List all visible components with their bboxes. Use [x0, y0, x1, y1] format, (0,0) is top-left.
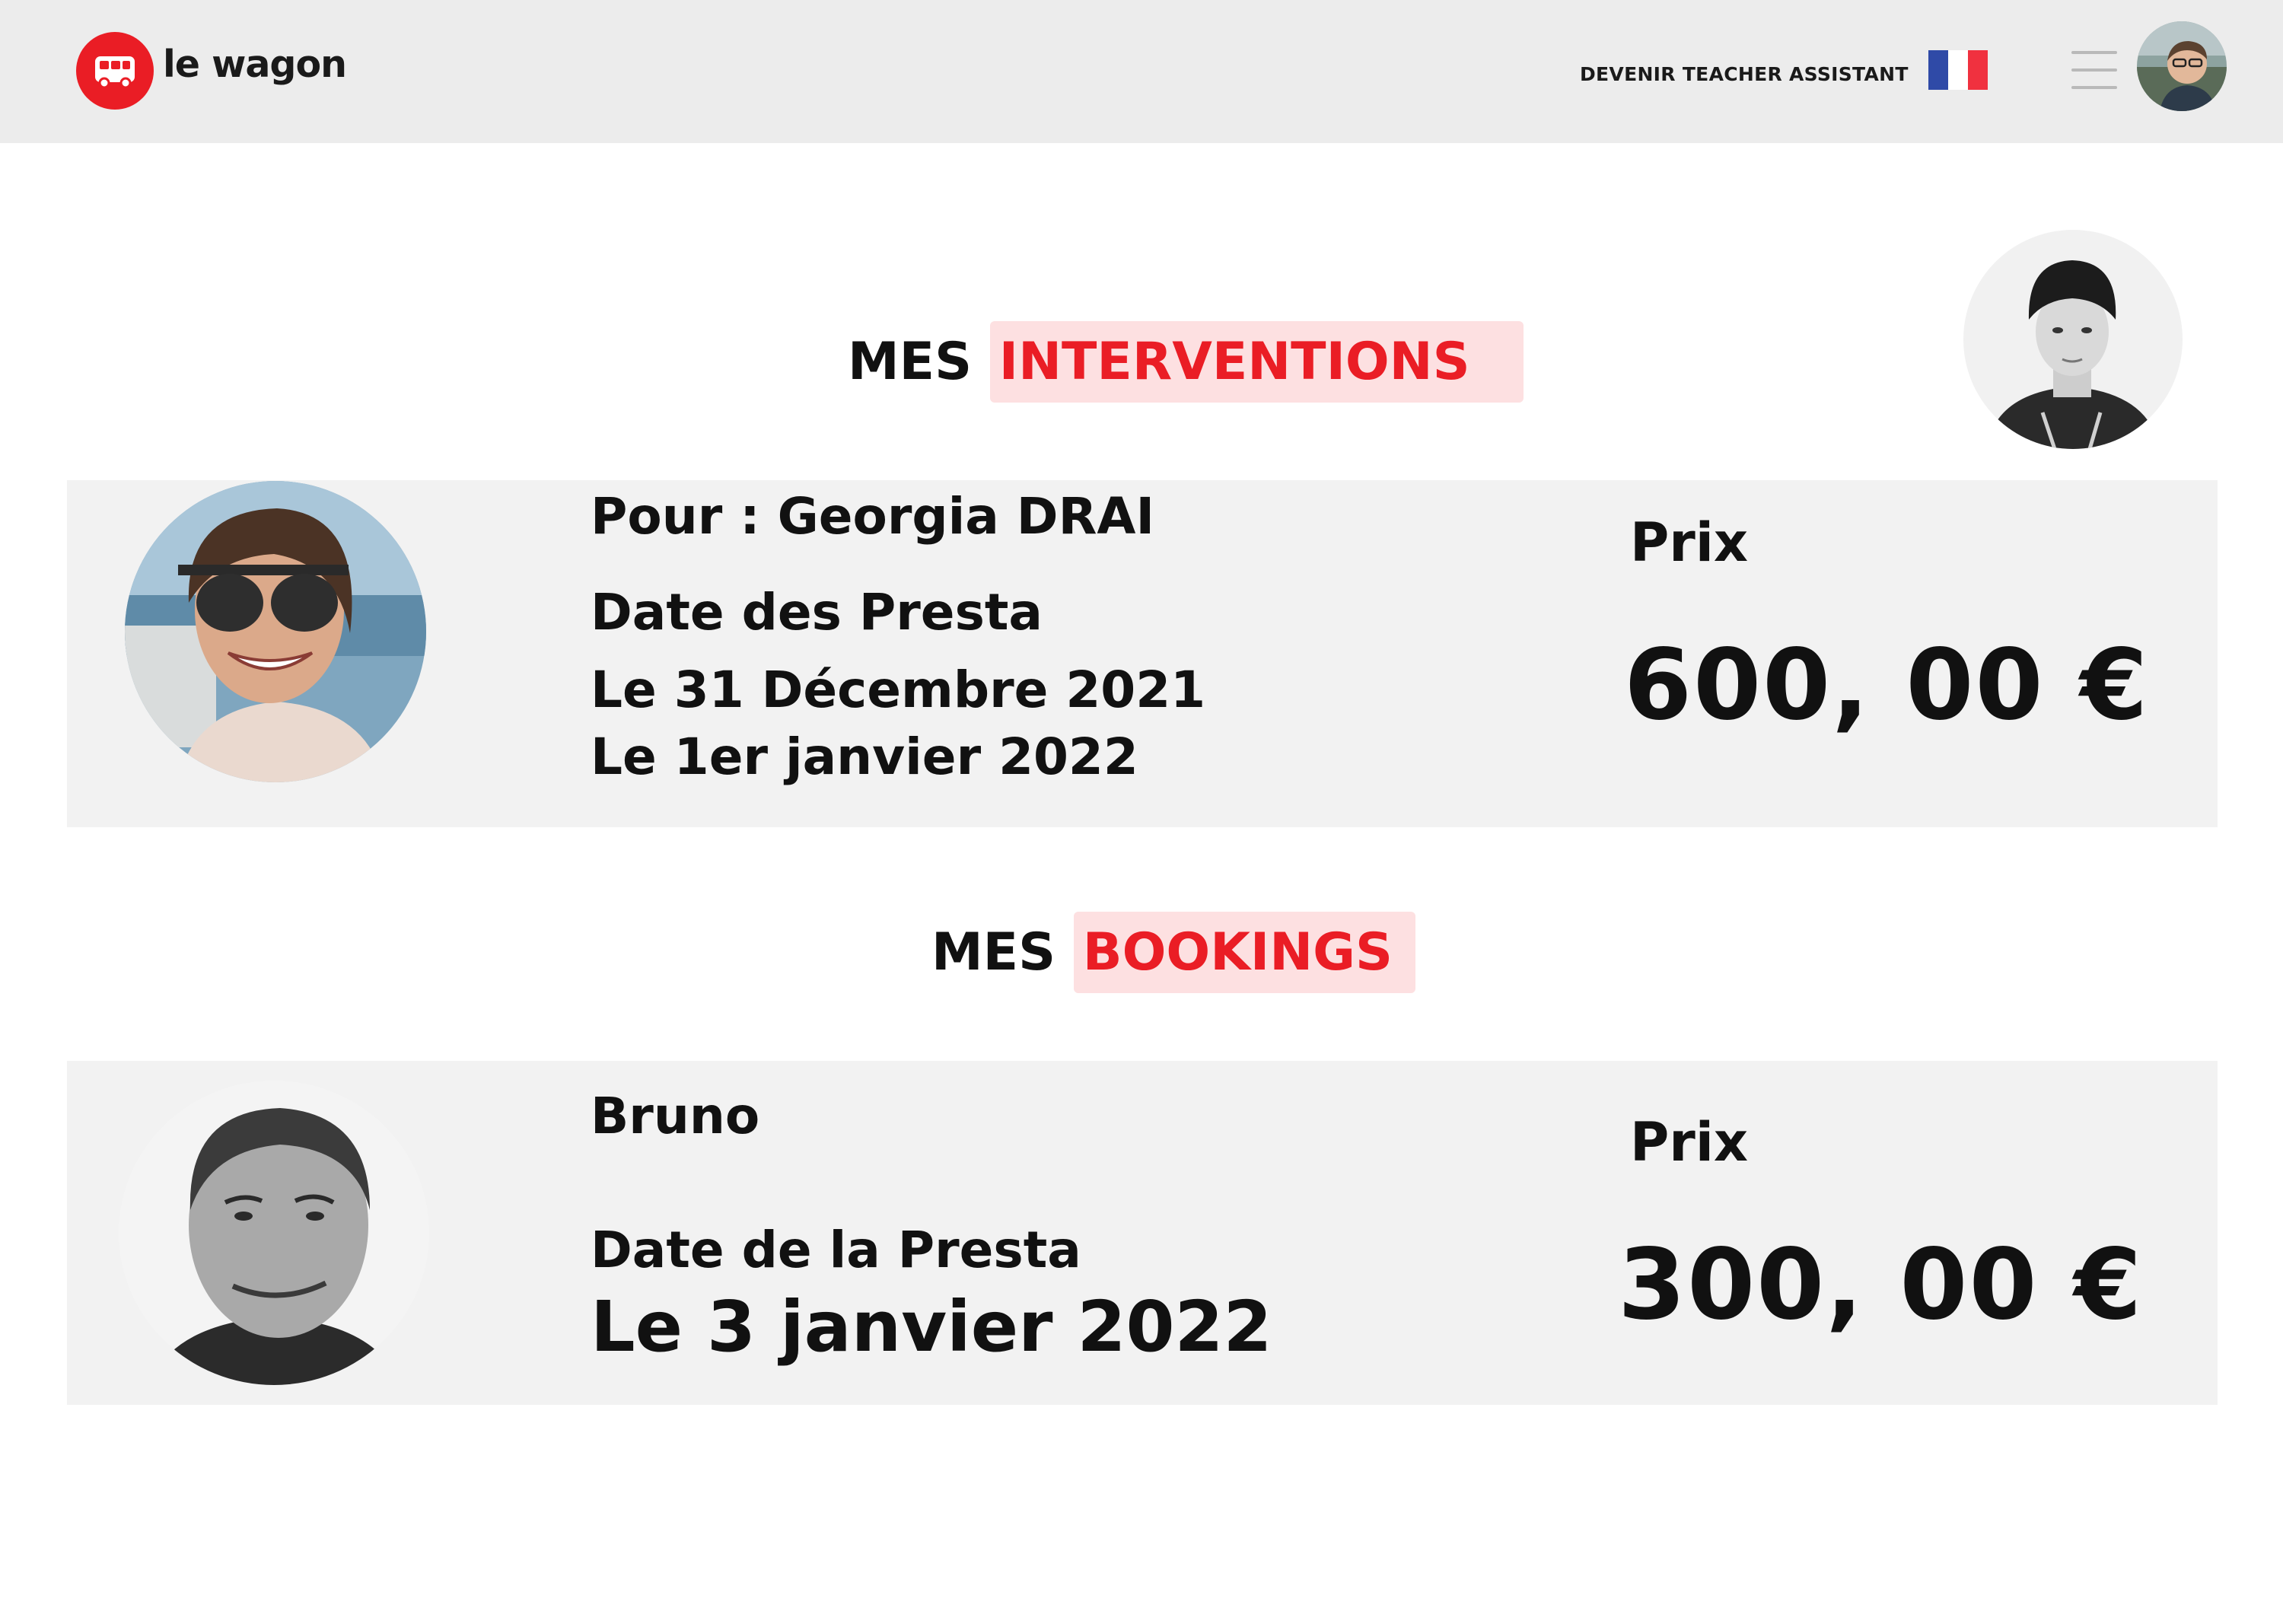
user-avatar[interactable]: [2137, 21, 2227, 111]
booking-price-label: Prix: [1630, 1111, 1748, 1173]
intervention-price-label: Prix: [1630, 511, 1748, 574]
become-teacher-assistant-link[interactable]: DEVENIR TEACHER ASSISTANT: [1580, 63, 1909, 85]
intervention-date-2: Le 1er janvier 2022: [591, 728, 1138, 786]
interventions-title-highlight: INTERVENTIONS: [989, 321, 1524, 403]
booking-date-label: Date de la Presta: [591, 1221, 1081, 1279]
intervention-client-name: Pour : Georgia DRAI: [591, 487, 1155, 546]
booking-avatar: [119, 1081, 429, 1385]
logo[interactable]: [76, 32, 154, 110]
intervention-price: 600, 00 €: [1624, 629, 2150, 742]
booking-client-name: Bruno: [591, 1087, 760, 1145]
booking-date: Le 3 janvier 2022: [591, 1286, 1272, 1368]
bookings-title: MES BOOKINGS: [931, 912, 1415, 993]
teacher-avatar: [1963, 230, 2183, 449]
french-flag-icon[interactable]: [1928, 50, 1988, 90]
intervention-date-1: Le 31 Décembre 2021: [591, 661, 1206, 719]
bus-icon: [95, 56, 135, 89]
interventions-title-prefix: MES: [848, 332, 973, 392]
interventions-title: MES INTERVENTIONS: [848, 321, 1524, 403]
intervention-dates-label: Date des Presta: [591, 583, 1043, 642]
brand-name[interactable]: le wagon: [163, 43, 347, 86]
booking-price: 300, 00 €: [1618, 1228, 2144, 1342]
hamburger-menu-icon[interactable]: [2071, 51, 2117, 89]
client-avatar: [125, 481, 426, 782]
bookings-title-prefix: MES: [931, 922, 1056, 982]
bookings-title-highlight: BOOKINGS: [1073, 912, 1415, 993]
